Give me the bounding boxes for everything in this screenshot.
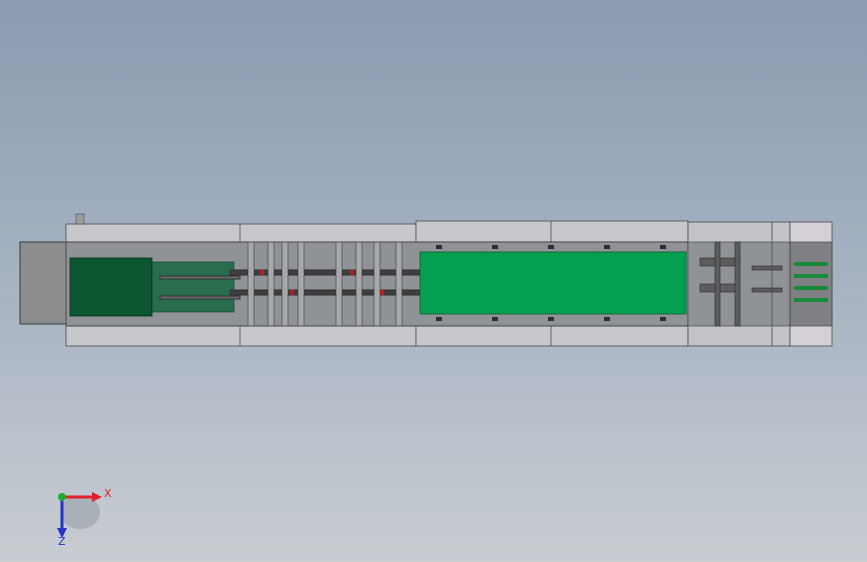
- bottom-side-rail: [65, 325, 417, 347]
- x-axis-head-icon: [92, 492, 102, 502]
- conveyor-belt-light: [419, 251, 687, 315]
- small-bracket: [75, 213, 85, 225]
- y-axis-dot-icon: [58, 493, 66, 501]
- end-block-inner: [789, 241, 833, 327]
- infeed-hopper: [19, 241, 71, 325]
- coordinate-triad: X Z: [57, 487, 112, 548]
- top-side-rail-2: [415, 220, 689, 243]
- top-side-rail: [65, 223, 417, 243]
- x-axis-label: X: [104, 487, 112, 500]
- z-axis-label: Z: [58, 535, 66, 548]
- machine-assembly[interactable]: [19, 213, 833, 347]
- conveyor-belt-dark: [69, 257, 153, 317]
- conveyor-belt-dark-ext: [151, 261, 235, 313]
- bottom-side-rail-2: [415, 325, 689, 347]
- cad-viewport[interactable]: X Z: [0, 0, 867, 562]
